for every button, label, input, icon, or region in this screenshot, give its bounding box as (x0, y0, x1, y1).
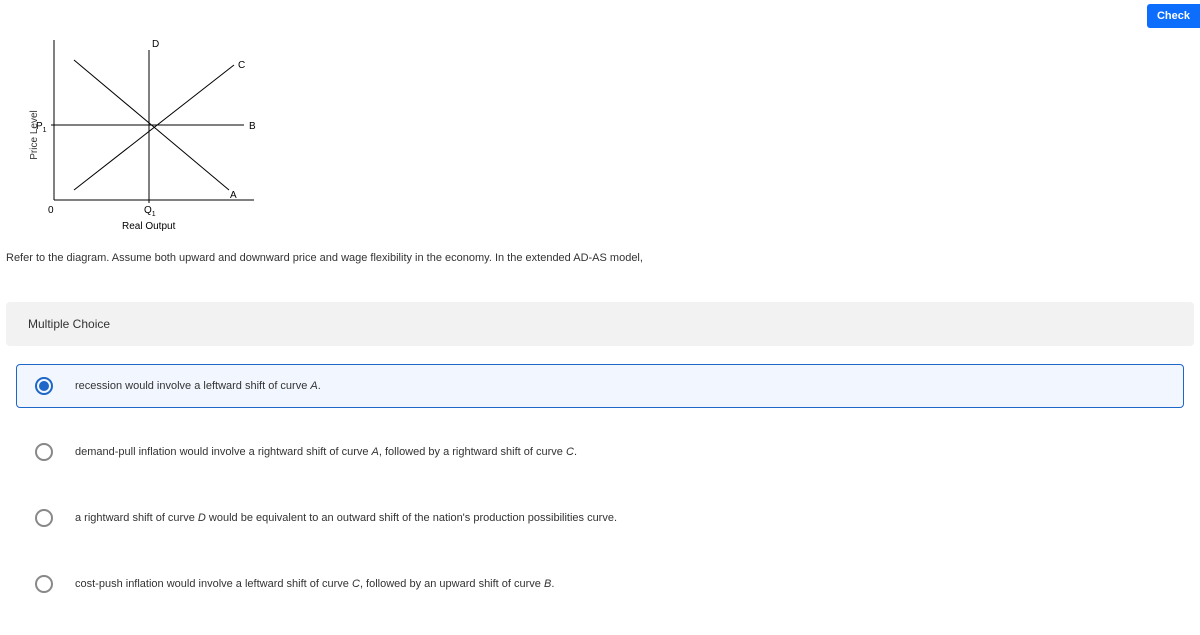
y-axis-label: Price Level (29, 110, 40, 159)
options-list: recession would involve a leftward shift… (6, 346, 1194, 606)
svg-text:D: D (152, 39, 159, 50)
svg-text:Real Output: Real Output (122, 221, 176, 232)
svg-text:Q1: Q1 (144, 205, 156, 218)
svg-text:A: A (230, 190, 237, 201)
svg-text:B: B (249, 121, 256, 132)
option-label: cost-push inflation would involve a left… (75, 578, 554, 590)
option-b[interactable]: demand-pull inflation would involve a ri… (16, 430, 1184, 474)
radio-icon (35, 377, 53, 395)
svg-text:C: C (238, 60, 245, 71)
check-button[interactable]: Check (1147, 4, 1200, 28)
option-label: demand-pull inflation would involve a ri… (75, 446, 577, 458)
radio-icon (35, 575, 53, 593)
option-label: a rightward shift of curve D would be eq… (75, 512, 617, 524)
option-c[interactable]: a rightward shift of curve D would be eq… (16, 496, 1184, 540)
adas-diagram: Price Level D C B A P1 0 (24, 30, 284, 240)
option-label: recession would involve a leftward shift… (75, 380, 321, 392)
question-stem: Refer to the diagram. Assume both upward… (6, 252, 1194, 264)
svg-text:0: 0 (48, 205, 54, 216)
radio-icon (35, 443, 53, 461)
multiple-choice-section: Multiple Choice recession would involve … (6, 302, 1194, 606)
multiple-choice-heading: Multiple Choice (6, 302, 1194, 346)
option-a[interactable]: recession would involve a leftward shift… (16, 364, 1184, 408)
radio-icon (35, 509, 53, 527)
question-panel: Price Level D C B A P1 0 (0, 0, 1200, 606)
option-d[interactable]: cost-push inflation would involve a left… (16, 562, 1184, 606)
